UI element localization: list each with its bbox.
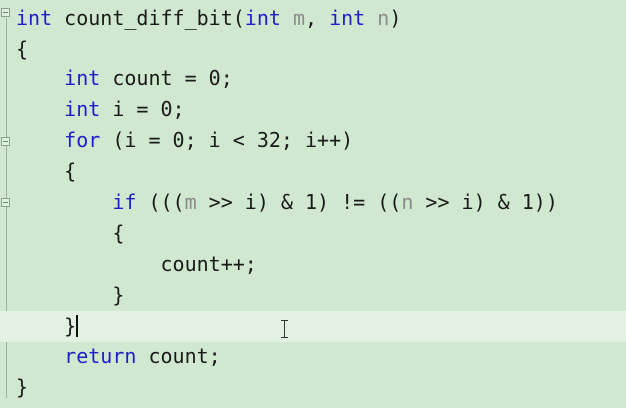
keyword-token: int (244, 6, 281, 30)
code-line-text: } (16, 311, 79, 342)
code-line-text: for (i = 0; i < 32; i++) (16, 125, 353, 156)
code-token: i = 0; (100, 97, 185, 121)
code-token: } (16, 375, 29, 399)
code-line[interactable]: { (0, 156, 626, 187)
code-line[interactable]: for (i = 0; i < 32; i++) (0, 125, 626, 156)
code-token: ((( (136, 190, 185, 214)
code-line[interactable]: int count_diff_bit(int m, int n) (0, 3, 626, 34)
keyword-token: int (16, 6, 53, 30)
code-token: } (16, 314, 77, 338)
code-line-text: { (16, 218, 124, 249)
code-token: >> i) & 1)) (413, 190, 558, 214)
code-line[interactable]: { (0, 34, 626, 65)
code-line[interactable]: return count; (0, 341, 626, 372)
code-line[interactable]: { (0, 218, 626, 249)
code-token: , (305, 6, 330, 30)
code-token: count; (136, 344, 221, 368)
code-token: { (16, 37, 29, 61)
code-token: } (16, 283, 125, 307)
keyword-token: return (64, 344, 137, 368)
code-line-text: { (16, 156, 76, 187)
code-line[interactable]: count++; (0, 249, 626, 280)
parameter-token: m (184, 190, 197, 214)
current-code-line[interactable]: } (0, 311, 626, 342)
keyword-token: int (329, 6, 366, 30)
code-line[interactable]: if (((m >> i) & 1) != ((n >> i) & 1)) (0, 187, 626, 218)
code-token: (i = 0; i < 32; i++) (100, 128, 354, 152)
code-token: count_diff_bit( (52, 6, 245, 30)
parameter-token: m (292, 6, 305, 30)
code-line[interactable]: } (0, 372, 626, 403)
code-line-text: count++; (16, 249, 257, 280)
keyword-token: int (64, 66, 101, 90)
code-line-text: { (16, 34, 28, 65)
code-line-text: } (16, 372, 28, 403)
code-line-text: int count = 0; (16, 63, 233, 94)
code-line-text: if (((m >> i) & 1) != ((n >> i) & 1)) (16, 187, 558, 218)
parameter-token: n (401, 190, 414, 214)
text-caret (76, 315, 79, 337)
code-line[interactable]: } (0, 280, 626, 311)
ibeam-cursor-icon (280, 320, 289, 338)
code-token: { (16, 221, 125, 245)
code-token: >> i) & 1) != (( (196, 190, 402, 214)
code-token: { (16, 159, 77, 183)
keyword-token: if (112, 190, 137, 214)
code-token: count++; (16, 252, 257, 276)
code-line-text: return count; (16, 341, 221, 372)
code-line-text: } (16, 280, 124, 311)
keyword-token: for (64, 128, 101, 152)
code-token: ) (389, 6, 402, 30)
code-line[interactable]: int count = 0; (0, 63, 626, 94)
code-line[interactable]: int i = 0; (0, 94, 626, 125)
code-line-text: int count_diff_bit(int m, int n) (16, 3, 401, 34)
code-editor[interactable]: int count_diff_bit(int m, int n){ int co… (0, 0, 626, 408)
code-line-text: int i = 0; (16, 94, 185, 125)
parameter-token: n (377, 6, 390, 30)
code-token: count = 0; (100, 66, 233, 90)
keyword-token: int (64, 97, 101, 121)
